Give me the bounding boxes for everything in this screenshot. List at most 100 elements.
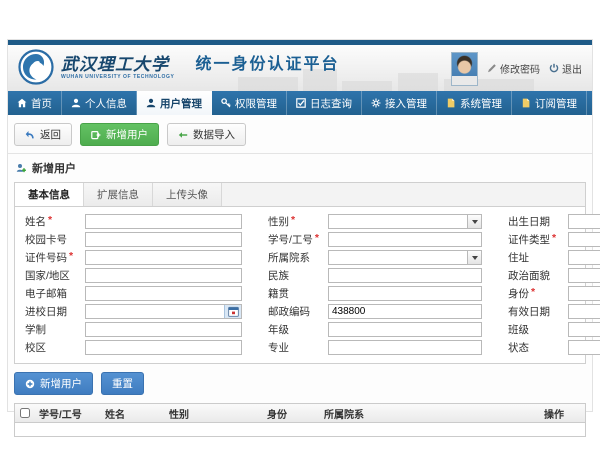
field-label: 学号/工号*	[268, 232, 328, 247]
postal-code-input[interactable]	[328, 304, 482, 319]
major-input[interactable]	[328, 340, 482, 355]
university-logo	[18, 49, 54, 85]
country-region-input[interactable]	[85, 268, 242, 283]
nav-item-home[interactable]: 首页	[8, 91, 62, 115]
data-import-button[interactable]: 数据导入	[167, 123, 246, 146]
form-field: 校区	[25, 340, 260, 355]
city-silhouette	[342, 81, 392, 91]
class-input[interactable]	[568, 322, 600, 337]
gender-select[interactable]	[328, 214, 482, 229]
form-field: 年级	[268, 322, 500, 337]
table-header-row: 学号/工号 姓名 性别 身份 所属院系 操作	[15, 404, 585, 423]
native-place-input[interactable]	[328, 286, 482, 301]
department-select[interactable]	[328, 250, 482, 265]
add-user-icon	[91, 130, 101, 140]
tab-upload-avatar[interactable]: 上传头像	[153, 183, 222, 206]
field-label: 有效日期	[508, 304, 568, 319]
political-status-input[interactable]	[568, 268, 600, 283]
form-field: 校园卡号	[25, 232, 260, 247]
main-nav: 首页 个人信息 用户管理 权限管理 日志查询 接入管理 系统管理 订阅管理	[8, 91, 592, 115]
nav-item-permission-management[interactable]: 权限管理	[212, 91, 287, 115]
form-field: 所属院系	[268, 250, 500, 265]
gender-select-value[interactable]	[329, 215, 467, 228]
field-label: 状态	[508, 340, 568, 355]
ethnicity-input[interactable]	[328, 268, 482, 283]
header: 武汉理工大学 WUHAN UNIVERSITY OF TECHNOLOGY 统一…	[8, 45, 592, 91]
field-label: 政治面貌	[508, 268, 568, 283]
address-input[interactable]	[568, 250, 600, 265]
power-icon	[549, 63, 559, 73]
university-name-en: WUHAN UNIVERSITY OF TECHNOLOGY	[61, 74, 174, 80]
select-all-checkbox[interactable]	[20, 408, 30, 418]
toolbar: 返回 新增用户 数据导入	[8, 115, 592, 154]
schooling-length-input[interactable]	[85, 322, 242, 337]
chevron-down-icon[interactable]	[467, 251, 481, 264]
col-student-id: 学号/工号	[35, 406, 101, 421]
form-field: 国家/地区	[25, 268, 260, 283]
valid-date-field	[568, 304, 600, 319]
logout-link[interactable]: 退出	[549, 61, 582, 76]
form-field: 学号/工号*	[268, 232, 500, 247]
add-user-toolbar-button[interactable]: 新增用户	[80, 123, 159, 146]
form-field: 身份*	[508, 286, 600, 301]
add-user-icon	[16, 163, 27, 174]
platform-title: 统一身份认证平台	[195, 50, 339, 74]
name-input[interactable]	[85, 214, 242, 229]
student-id-input[interactable]	[328, 232, 482, 247]
form-field: 专业	[268, 340, 500, 355]
field-label: 校区	[25, 340, 85, 355]
form-field: 班级	[508, 322, 600, 337]
back-button[interactable]: 返回	[14, 123, 72, 146]
identity-input[interactable]	[568, 286, 600, 301]
form-field: 证件类型*	[508, 232, 600, 247]
tab-extended-info[interactable]: 扩展信息	[84, 183, 153, 206]
file-icon	[446, 98, 456, 108]
form-field: 性别*	[268, 214, 500, 229]
valid-date-input[interactable]	[569, 305, 600, 318]
city-silhouette	[398, 73, 438, 91]
id-type-input[interactable]	[568, 232, 600, 247]
field-label: 证件类型*	[508, 232, 568, 247]
nav-item-user-management[interactable]: 用户管理	[137, 91, 212, 115]
home-icon	[17, 98, 27, 108]
email-input[interactable]	[85, 286, 242, 301]
field-label: 身份*	[508, 286, 568, 301]
reset-button[interactable]: 重置	[101, 372, 144, 395]
import-arrow-icon	[178, 130, 188, 140]
nav-item-personal-info[interactable]: 个人信息	[62, 91, 137, 115]
submit-add-user-button[interactable]: 新增用户	[14, 372, 93, 395]
campus-input[interactable]	[85, 340, 242, 355]
table-empty-body	[15, 423, 585, 436]
nav-item-log-query[interactable]: 日志查询	[287, 91, 362, 115]
form-field: 住址	[508, 250, 600, 265]
form-field: 籍贯	[268, 286, 500, 301]
change-password-link[interactable]: 修改密码	[487, 61, 540, 76]
field-label: 班级	[508, 322, 568, 337]
birth-date-input[interactable]	[569, 215, 600, 228]
enrollment-date-field	[85, 304, 242, 319]
tab-basic-info[interactable]: 基本信息	[15, 183, 84, 206]
campus-card-input[interactable]	[85, 232, 242, 247]
department-select-value[interactable]	[329, 251, 467, 264]
field-label: 学制	[25, 322, 85, 337]
calendar-icon	[228, 306, 239, 317]
field-label: 国家/地区	[25, 268, 85, 283]
user-icon	[71, 98, 81, 108]
nav-item-access-management[interactable]: 接入管理	[362, 91, 437, 115]
form-field: 电子邮箱	[25, 286, 260, 301]
field-label: 性别*	[268, 214, 328, 229]
nav-item-system-management[interactable]: 系统管理	[437, 91, 512, 115]
form-field: 学制	[25, 322, 260, 337]
status-input[interactable]	[568, 340, 600, 355]
form-field: 姓名*	[25, 214, 260, 229]
grade-input[interactable]	[328, 322, 482, 337]
col-operation: 操作	[540, 406, 585, 421]
nav-item-subscription-management[interactable]: 订阅管理	[512, 91, 587, 115]
id-number-input[interactable]	[85, 250, 242, 265]
form-field: 进校日期	[25, 304, 260, 319]
enrollment-date-input[interactable]	[86, 305, 224, 318]
chevron-down-icon[interactable]	[467, 215, 481, 228]
calendar-button[interactable]	[224, 305, 241, 318]
col-identity: 身份	[263, 406, 320, 421]
avatar[interactable]	[451, 52, 478, 86]
